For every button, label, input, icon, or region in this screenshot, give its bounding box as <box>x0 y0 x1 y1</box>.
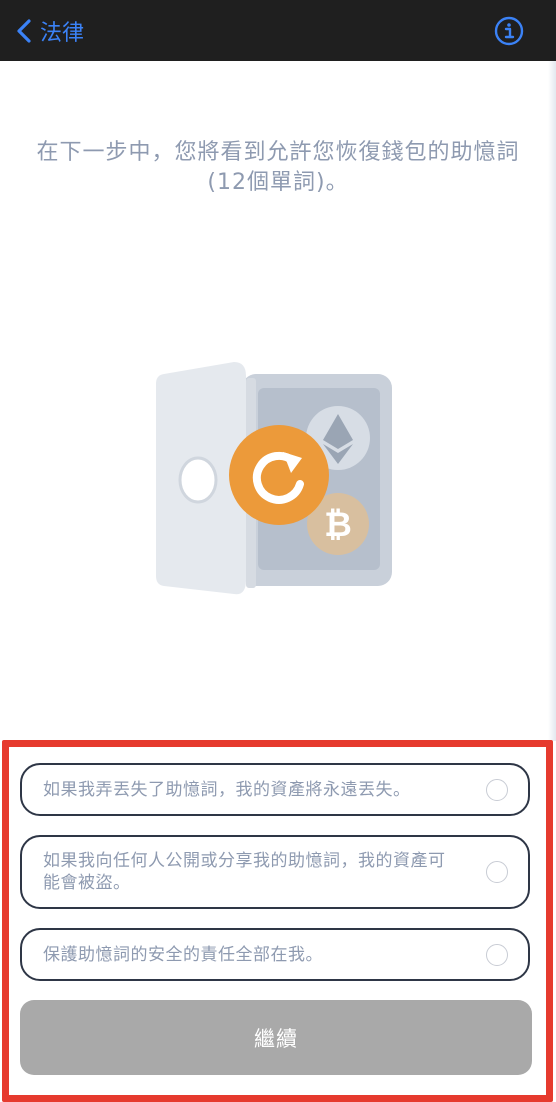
back-label: 法律 <box>40 21 85 46</box>
term-text: 如果我弄丟失了助憶詞，我的資產將永遠丟失。 <box>43 779 411 800</box>
top-nav-bar: 法律 <box>0 0 556 61</box>
refresh-icon <box>229 425 329 525</box>
term-option-3[interactable]: 保護助憶詞的安全的責任全部在我。 <box>20 928 530 981</box>
radio-button[interactable] <box>486 861 508 883</box>
term-text: 保護助憶詞的安全的責任全部在我。 <box>43 944 323 965</box>
term-text: 如果我向任何人公開或分享我的助憶詞，我的資產可能會被盜。 <box>43 851 446 893</box>
term-option-2[interactable]: 如果我向任何人公開或分享我的助憶詞，我的資產可能會被盜。 <box>20 835 530 909</box>
radio-button[interactable] <box>486 943 508 966</box>
edge-shadow <box>548 61 556 741</box>
chevron-left-icon <box>17 19 31 43</box>
radio-button[interactable] <box>486 778 508 801</box>
safe-illustration: ₿ <box>156 362 392 595</box>
description-text: 在下一步中，您將看到允許您恢復錢包的助憶詞 (12個單詞)。 <box>36 140 520 195</box>
continue-button[interactable]: 繼續 <box>20 1000 532 1075</box>
back-button[interactable]: 法律 <box>14 14 84 48</box>
svg-text:₿: ₿ <box>324 505 352 545</box>
info-icon[interactable] <box>494 16 524 46</box>
term-option-1[interactable]: 如果我弄丟失了助憶詞，我的資產將永遠丟失。 <box>20 763 530 816</box>
